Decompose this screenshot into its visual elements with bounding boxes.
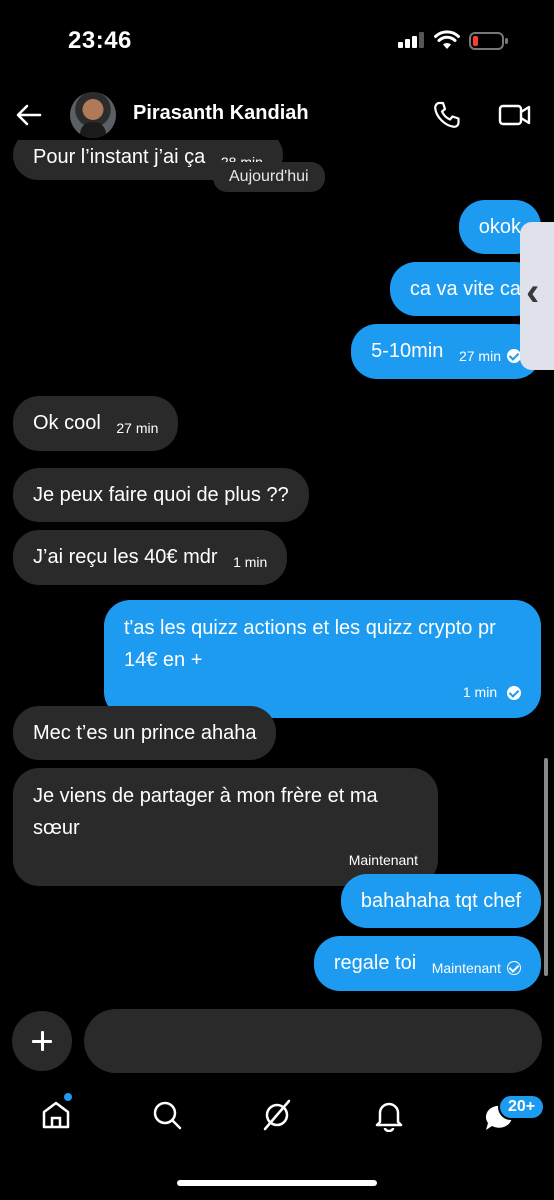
message-text: ca va vite ca xyxy=(409,278,521,300)
composer xyxy=(0,1008,554,1074)
home-notification-dot xyxy=(64,1093,72,1101)
message-timestamp: 27 min xyxy=(116,420,159,436)
grok-icon[interactable] xyxy=(260,1098,294,1132)
message-bubble[interactable]: Je viens de partager à mon frère et ma s… xyxy=(13,768,438,886)
contact-name[interactable]: Pirasanth Kandiah xyxy=(133,102,309,125)
sent-receipt-icon xyxy=(507,961,521,975)
message-text: Ok cool xyxy=(33,412,101,434)
message-bubble[interactable]: Mec t’es un prince ahaha xyxy=(13,706,277,760)
avatar[interactable] xyxy=(70,92,116,138)
status-time: 23:46 xyxy=(68,27,132,54)
message-bubble[interactable]: regale toi Maintenant xyxy=(313,936,541,991)
phone-icon[interactable] xyxy=(432,100,462,130)
message-text: t'as les quizz actions et les quizz cryp… xyxy=(124,617,496,671)
message-text: J’ai reçu les 40€ mdr xyxy=(33,546,218,568)
wifi-icon xyxy=(434,30,460,49)
back-arrow-icon[interactable] xyxy=(14,100,44,130)
home-icon[interactable] xyxy=(39,1098,73,1132)
message-bubble[interactable]: Je peux faire quoi de plus ?? xyxy=(13,468,309,522)
message-timestamp: 27 min xyxy=(458,348,501,364)
home-indicator xyxy=(177,1180,377,1186)
add-attachment-button[interactable] xyxy=(12,1011,72,1071)
message-bubble[interactable]: bahahaha tqt chef xyxy=(340,874,541,928)
message-text: Je viens de partager à mon frère et ma s… xyxy=(33,785,378,839)
message-bubble[interactable]: 5-10min 27 min xyxy=(351,324,541,379)
bottom-tab-bar xyxy=(0,1090,554,1150)
messages-badge: 20+ xyxy=(498,1094,546,1120)
message-timestamp: 1 min xyxy=(462,684,498,700)
message-text: 5-10min xyxy=(371,340,444,362)
message-bubble[interactable]: Ok cool 27 min xyxy=(13,396,179,451)
search-icon[interactable] xyxy=(150,1098,184,1132)
message-bubble[interactable]: J’ai reçu les 40€ mdr 1 min xyxy=(13,530,288,585)
conversation-header: Pirasanth Kandiah xyxy=(0,88,554,144)
message-text: Pour l’instant j’ai ça xyxy=(33,146,206,168)
bell-icon[interactable] xyxy=(372,1098,406,1132)
date-separator: Aujourd'hui xyxy=(213,162,325,192)
message-text: regale toi xyxy=(333,952,417,974)
video-icon[interactable] xyxy=(498,100,532,130)
read-receipt-icon xyxy=(507,686,521,701)
message-timestamp: 1 min xyxy=(233,554,268,570)
side-panel-handle[interactable]: ‹ xyxy=(520,222,554,370)
message-text: okok xyxy=(478,216,521,238)
message-bubble[interactable]: t'as les quizz actions et les quizz cryp… xyxy=(104,600,541,718)
cellular-signal-icon xyxy=(398,32,424,48)
battery-icon xyxy=(469,32,508,50)
message-input[interactable] xyxy=(84,1009,542,1073)
chevron-left-icon: ‹ xyxy=(526,270,540,314)
message-bubble[interactable]: ca va vite ca xyxy=(389,262,541,316)
scrollbar[interactable] xyxy=(544,758,548,976)
message-text: bahahaha tqt chef xyxy=(360,890,521,912)
message-text: Je peux faire quoi de plus ?? xyxy=(33,484,289,506)
message-timestamp: Maintenant xyxy=(348,852,418,868)
message-text: Mec t’es un prince ahaha xyxy=(33,722,257,744)
message-timestamp: Maintenant xyxy=(431,960,501,976)
status-bar: 23:46 xyxy=(0,0,554,80)
message-list[interactable]: Pour l’instant j’ai ça 28 min Aujourd'hu… xyxy=(0,140,554,1000)
read-receipt-icon xyxy=(507,349,521,363)
